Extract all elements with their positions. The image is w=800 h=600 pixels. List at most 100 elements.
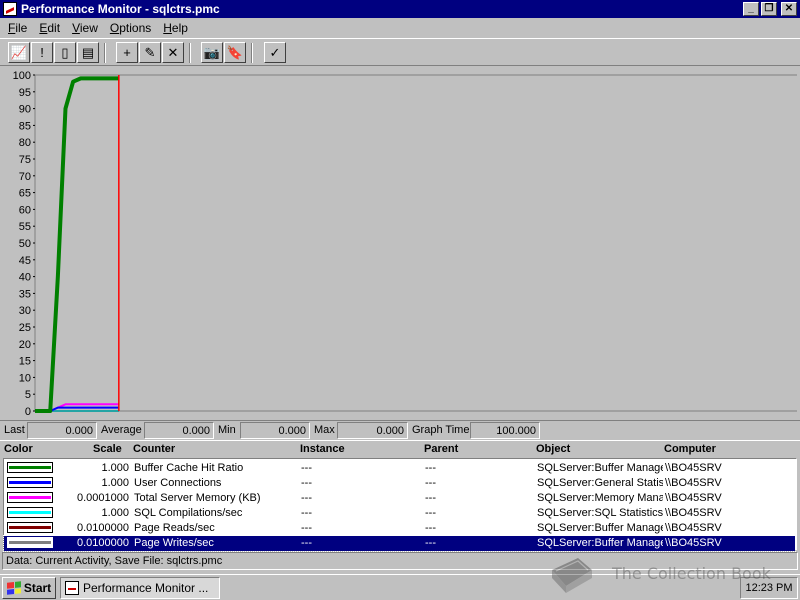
- y-tick-label: 55: [19, 221, 31, 233]
- perfmon-app-icon[interactable]: [3, 2, 17, 16]
- y-tick-label: 65: [19, 188, 31, 200]
- min-label: Min: [218, 424, 236, 436]
- y-tick-label: 75: [19, 154, 31, 166]
- alert-view-button[interactable]: !: [31, 42, 53, 63]
- legend-row[interactable]: 0.0001000 Total Server Memory (KB) --- --- S…: [4, 491, 795, 506]
- log-view-icon: ▯: [61, 45, 69, 60]
- legend-computer: \\BO45SRV: [665, 477, 722, 489]
- average-value: 0.000: [144, 422, 214, 439]
- header-computer: Computer: [664, 443, 716, 455]
- legend-counter: Page Writes/sec: [134, 537, 214, 549]
- legend-object: SQLServer:SQL Statistics: [537, 507, 663, 519]
- delete-counter-button[interactable]: ✕: [162, 42, 184, 63]
- legend-parent: ---: [425, 507, 436, 519]
- place-bookmark-icon: 🔖: [226, 45, 244, 60]
- color-swatch: [7, 522, 53, 533]
- menu-edit[interactable]: Edit: [33, 21, 66, 35]
- status-text: Data: Current Activity, Save File: sqlct…: [6, 555, 223, 567]
- edit-counter-icon: ✎: [144, 45, 156, 60]
- clock[interactable]: 12:23 PM: [745, 582, 792, 594]
- legend-counter: SQL Compilations/sec: [134, 507, 243, 519]
- max-label: Max: [314, 424, 335, 436]
- menu-options[interactable]: Options: [104, 21, 157, 35]
- legend-object: SQLServer:Buffer Manage: [537, 522, 663, 534]
- toolbar: 📈! ▯ ▤ + ✎ ✕ 📷 🔖 ✓: [0, 38, 800, 66]
- chart-view-button[interactable]: 📈: [8, 42, 30, 63]
- last-label: Last: [4, 424, 25, 436]
- windows-logo-icon: [6, 581, 21, 595]
- legend-instance: ---: [301, 462, 312, 474]
- color-swatch: [7, 492, 53, 503]
- taskbar-button-perfmon[interactable]: Performance Monitor ...: [60, 577, 220, 599]
- y-tick-label: 95: [19, 87, 31, 99]
- minimize-button[interactable]: _: [743, 2, 759, 16]
- y-tick-label: 35: [19, 288, 31, 300]
- legend-instance: ---: [301, 492, 312, 504]
- options-button[interactable]: ✓: [264, 42, 286, 63]
- close-button[interactable]: ✕: [781, 2, 797, 16]
- legend-row[interactable]: 1.000 User Connections --- --- SQLServer:Gen…: [4, 476, 795, 491]
- y-tick-label: 10: [19, 372, 31, 384]
- legend-instance: ---: [301, 537, 312, 549]
- max-value: 0.000: [337, 422, 408, 439]
- legend-instance: ---: [301, 477, 312, 489]
- report-view-button[interactable]: ▤: [77, 42, 99, 63]
- legend-scale: 1.000: [101, 462, 129, 474]
- legend-scale: 0.0001000: [77, 492, 129, 504]
- legend-counter: User Connections: [134, 477, 222, 489]
- value-bar: Last 0.000 Average 0.000 Min 0.000 Max 0…: [0, 420, 800, 439]
- legend-row[interactable]: 1.000 SQL Compilations/sec --- --- SQLServer…: [4, 506, 795, 521]
- y-tick-label: 20: [19, 339, 31, 351]
- add-counter-icon: +: [123, 45, 131, 60]
- header-counter: Counter: [133, 443, 176, 455]
- y-tick-label: 100: [13, 70, 31, 82]
- legend-row[interactable]: 1.000 Buffer Cache Hit Ratio --- --- SQLServ…: [4, 461, 795, 476]
- header-scale: Scale: [93, 443, 122, 455]
- y-tick-label: 60: [19, 204, 31, 216]
- legend-object: SQLServer:General Statist: [537, 477, 663, 489]
- legend-counter: Buffer Cache Hit Ratio: [134, 462, 244, 474]
- status-bar: Data: Current Activity, Save File: sqlct…: [2, 552, 798, 570]
- y-tick-label: 0: [25, 406, 31, 418]
- color-swatch: [7, 462, 53, 473]
- legend-parent: ---: [425, 537, 436, 549]
- menu-bar: File Edit View Options Help: [0, 18, 800, 38]
- legend-row[interactable]: 0.0100000 Page Reads/sec --- --- SQLServer:B…: [4, 521, 795, 536]
- y-tick-label: 25: [19, 322, 31, 334]
- restore-button[interactable]: ❐: [761, 2, 777, 16]
- legend-instance: ---: [301, 522, 312, 534]
- legend-scale: 0.0100000: [77, 537, 129, 549]
- toolbar-separator: [189, 43, 191, 63]
- header-instance: Instance: [300, 443, 345, 455]
- graph-time-label: Graph Time: [412, 424, 470, 436]
- legend-scale: 1.000: [101, 477, 129, 489]
- place-bookmark-button[interactable]: 🔖: [224, 42, 246, 63]
- menu-help[interactable]: Help: [157, 21, 194, 35]
- y-tick-label: 5: [25, 389, 31, 401]
- task-label: Performance Monitor ...: [83, 581, 209, 595]
- start-button[interactable]: Start: [2, 577, 56, 599]
- update-now-icon: 📷: [203, 45, 221, 60]
- perfmon-task-icon: [65, 581, 79, 595]
- legend-row[interactable]: 0.0100000 Page Writes/sec --- --- SQLServer:…: [3, 535, 796, 552]
- counter-legend[interactable]: 1.000 Buffer Cache Hit Ratio --- --- SQLServ…: [3, 458, 797, 552]
- add-counter-button[interactable]: +: [116, 42, 138, 63]
- legend-computer: \\BO45SRV: [665, 537, 722, 549]
- legend-parent: ---: [425, 522, 436, 534]
- y-tick-label: 45: [19, 255, 31, 267]
- legend-computer: \\BO45SRV: [665, 507, 722, 519]
- legend-parent: ---: [425, 492, 436, 504]
- header-parent: Parent: [424, 443, 459, 455]
- menu-file[interactable]: File: [2, 21, 33, 35]
- start-label: Start: [23, 581, 52, 595]
- legend-object: SQLServer:Buffer Manage: [537, 462, 663, 474]
- legend-parent: ---: [425, 462, 436, 474]
- menu-view[interactable]: View: [66, 21, 104, 35]
- legend-parent: ---: [425, 477, 436, 489]
- edit-counter-button[interactable]: ✎: [139, 42, 161, 63]
- graph-time-value: 100.000: [470, 422, 540, 439]
- log-view-button[interactable]: ▯: [54, 42, 76, 63]
- update-now-button[interactable]: 📷: [201, 42, 223, 63]
- alert-view-icon: !: [40, 45, 44, 60]
- y-tick-label: 30: [19, 305, 31, 317]
